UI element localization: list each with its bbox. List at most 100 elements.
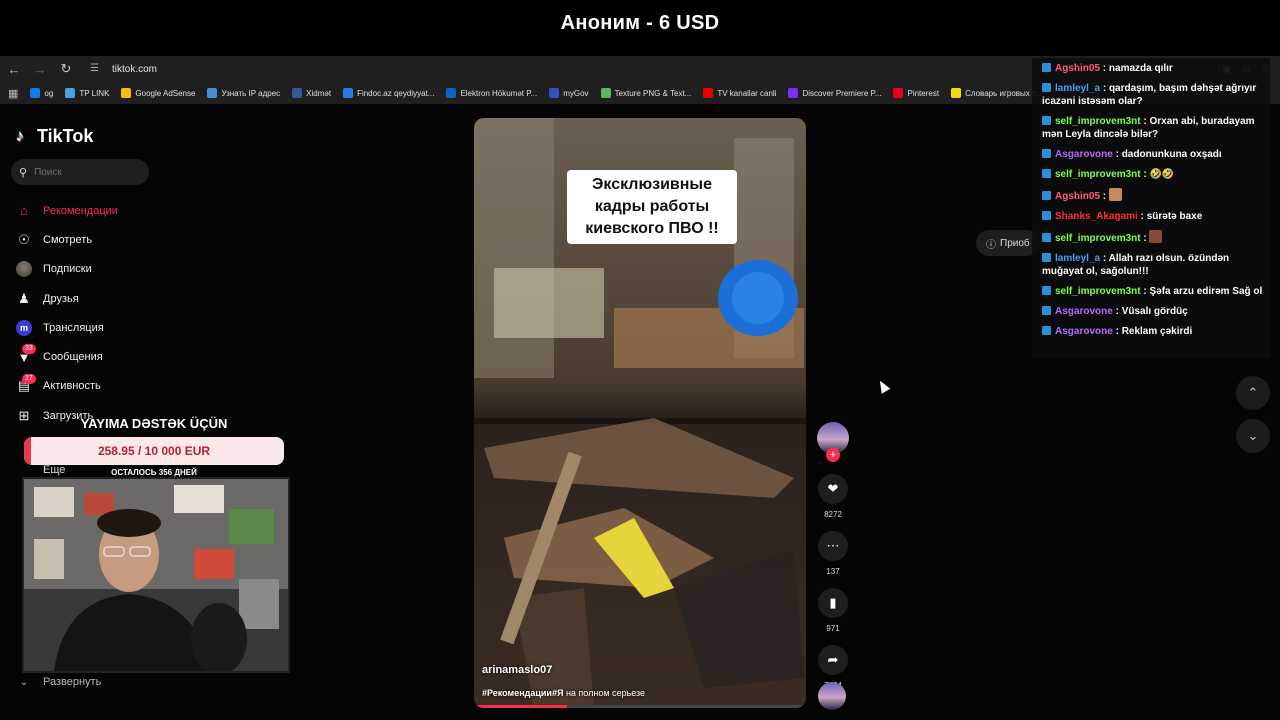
chat-message: lamleyl_a : Allah razı olsun. özündən mu… (1042, 252, 1264, 278)
bookmark-label: Elektron Hökumət P... (460, 88, 538, 98)
bookmark-favicon-icon (30, 88, 41, 98)
bookmark-label: Xidmət (306, 88, 332, 98)
chat-username[interactable]: lamleyl_a (1055, 83, 1100, 94)
video-desc-text: на полном серьезе (563, 688, 646, 698)
chat-username[interactable]: Shanks_Akagami (1055, 211, 1138, 222)
chat-text: Şəfa arzu edirəm Sağ ol (1149, 286, 1263, 297)
bookmark-item[interactable]: og (30, 88, 53, 98)
bookmark-label: Texture PNG & Text... (614, 88, 692, 98)
chat-username[interactable]: self_improvem3nt (1055, 286, 1141, 297)
platform-icon (1042, 211, 1051, 220)
bookmark-icon[interactable]: ▮ (818, 588, 848, 618)
sound-disc[interactable] (818, 682, 846, 710)
bookmark-item[interactable]: Xidmət (292, 88, 331, 98)
sidebar-item-avatar[interactable]: Подписки (16, 255, 216, 284)
donation-goal-bar: 258.95 / 10 000 EUR (24, 437, 284, 465)
chat-text: namazda qılır (1108, 63, 1173, 74)
site-info-icon[interactable]: ☰ (90, 63, 104, 75)
bookmark-item[interactable]: Findoc.az qeydiyyat... (343, 88, 434, 98)
chat-text: sürətə baxe (1146, 211, 1203, 222)
chat-message: Asgarovone : Vüsalı gördüç (1042, 305, 1264, 318)
chat-separator: : (1112, 306, 1122, 317)
bookmark-item[interactable]: Узнать IP адрес (207, 88, 280, 98)
save-count: 971 (826, 624, 840, 633)
donation-alert: Аноним - 6 USD (0, 0, 1280, 56)
bookmark-label: Google AdSense (135, 88, 196, 98)
bookmark-favicon-icon (207, 88, 218, 98)
bookmark-favicon-icon (446, 88, 457, 98)
share-icon[interactable]: ➦ (818, 645, 848, 675)
chat-username[interactable]: Agshin05 (1055, 191, 1100, 202)
bookmark-item[interactable]: TP LINK (65, 88, 109, 98)
sidebar-item-home[interactable]: ⌂ Рекомендации (16, 196, 216, 225)
avatar-icon (16, 261, 32, 278)
comment-icon[interactable]: ⋯ (818, 531, 848, 561)
chat-message: Shanks_Akagami : sürətə baxe (1042, 210, 1264, 223)
video-hashtags[interactable]: #Рекомендации#Я (482, 688, 563, 698)
platform-icon (1042, 63, 1051, 72)
chat-separator: : (1100, 63, 1109, 74)
platform-icon (1042, 169, 1051, 178)
bookmark-favicon-icon (292, 88, 303, 98)
chat-text: 🤣🤣 (1149, 169, 1175, 180)
get-app-label: Приоб (1000, 237, 1030, 249)
chat-username[interactable]: Asgarovone (1055, 306, 1113, 317)
scroll-up-button[interactable]: ⌃ (1236, 376, 1270, 410)
follow-plus-icon[interactable]: + (826, 448, 840, 462)
bookmark-item[interactable]: TV kanallar canli (703, 88, 776, 98)
video-progress-bar[interactable] (474, 705, 806, 708)
save-action: ▮ 971 (816, 588, 850, 634)
get-app-button[interactable]: ⓘ Приоб (976, 230, 1040, 256)
tiktok-note-icon: ♪ (16, 127, 24, 145)
sidebar-item-label: Рекомендации (43, 204, 118, 217)
bookmark-item[interactable]: Словарь игровых т... (951, 88, 1041, 98)
search-icon: ⚲ (19, 166, 28, 179)
sidebar-item-messages[interactable]: ▼ 33 Сообщения (16, 342, 216, 371)
video-player[interactable]: Эксклюзивные кадры работы киевского ПВО … (474, 118, 806, 708)
chat-username[interactable]: lamleyl_a (1055, 253, 1100, 264)
video-author[interactable]: arinamaslo07 (482, 664, 552, 676)
platform-icon (1042, 253, 1051, 262)
bookmark-favicon-icon (343, 88, 354, 98)
sidebar-item-live[interactable]: m Трансляция (16, 313, 216, 342)
chevron-down-icon: ⌄ (1247, 428, 1259, 443)
bookmark-item[interactable]: myGov (549, 88, 589, 98)
bookmark-label: Словарь игровых т... (965, 88, 1042, 98)
chat-username[interactable]: self_improvem3nt (1055, 116, 1141, 127)
search-input[interactable] (34, 166, 135, 178)
address-bar[interactable]: ☰ tiktok.com (84, 58, 1044, 80)
chat-username[interactable]: self_improvem3nt (1055, 169, 1141, 180)
bookmark-item[interactable]: Pinterest (893, 88, 939, 98)
sidebar-item-friends[interactable]: ♟ Друзья (16, 284, 216, 313)
bookmark-item[interactable]: Elektron Hökumət P... (446, 88, 537, 98)
back-icon[interactable]: ← (2, 57, 26, 81)
chat-username[interactable]: Asgarovone (1055, 326, 1113, 337)
bookmark-item[interactable]: Discover Premiere P... (788, 88, 881, 98)
expand-button[interactable]: ⌄ Развернуть (16, 676, 102, 688)
chat-separator: : (1100, 83, 1109, 94)
creator-avatar[interactable]: + (817, 422, 849, 462)
donation-goal-days: ОСТАЛОСЬ 356 ДНЕЙ (111, 468, 197, 477)
chat-message: Agshin05 : (1042, 188, 1264, 203)
heart-icon[interactable]: ❤ (818, 474, 848, 504)
sidebar-item-compass[interactable]: ☉ Смотреть (16, 225, 216, 254)
sidebar-item-label: Активность (43, 380, 101, 393)
chat-username[interactable]: Agshin05 (1055, 63, 1100, 74)
bookmark-item[interactable]: Google AdSense (121, 88, 195, 98)
tiktok-logo[interactable]: ♪ TikTok (16, 126, 93, 147)
chat-username[interactable]: self_improvem3nt (1055, 233, 1141, 244)
reload-icon[interactable]: ↻ (54, 57, 78, 81)
video-actions: + ❤ 8272 ⋯ 137 ▮ 971 ➦ 7424 (816, 422, 850, 691)
apps-grid-icon[interactable]: ▦ (8, 87, 18, 100)
sidebar-item-activity[interactable]: ▤ 17 Активность (16, 372, 216, 401)
bookmark-label: Узнать IP адрес (221, 88, 281, 98)
chat-username[interactable]: Asgarovone (1055, 149, 1113, 160)
bookmark-favicon-icon (893, 88, 904, 98)
chat-separator: : (1137, 211, 1147, 222)
platform-icon (1042, 116, 1051, 125)
scroll-down-button[interactable]: ⌄ (1236, 419, 1270, 453)
bookmark-item[interactable]: Texture PNG & Text... (600, 88, 692, 98)
bookmark-favicon-icon (549, 88, 560, 98)
forward-icon[interactable]: → (28, 57, 52, 81)
video-caption: Эксклюзивные кадры работы киевского ПВО … (567, 170, 737, 244)
